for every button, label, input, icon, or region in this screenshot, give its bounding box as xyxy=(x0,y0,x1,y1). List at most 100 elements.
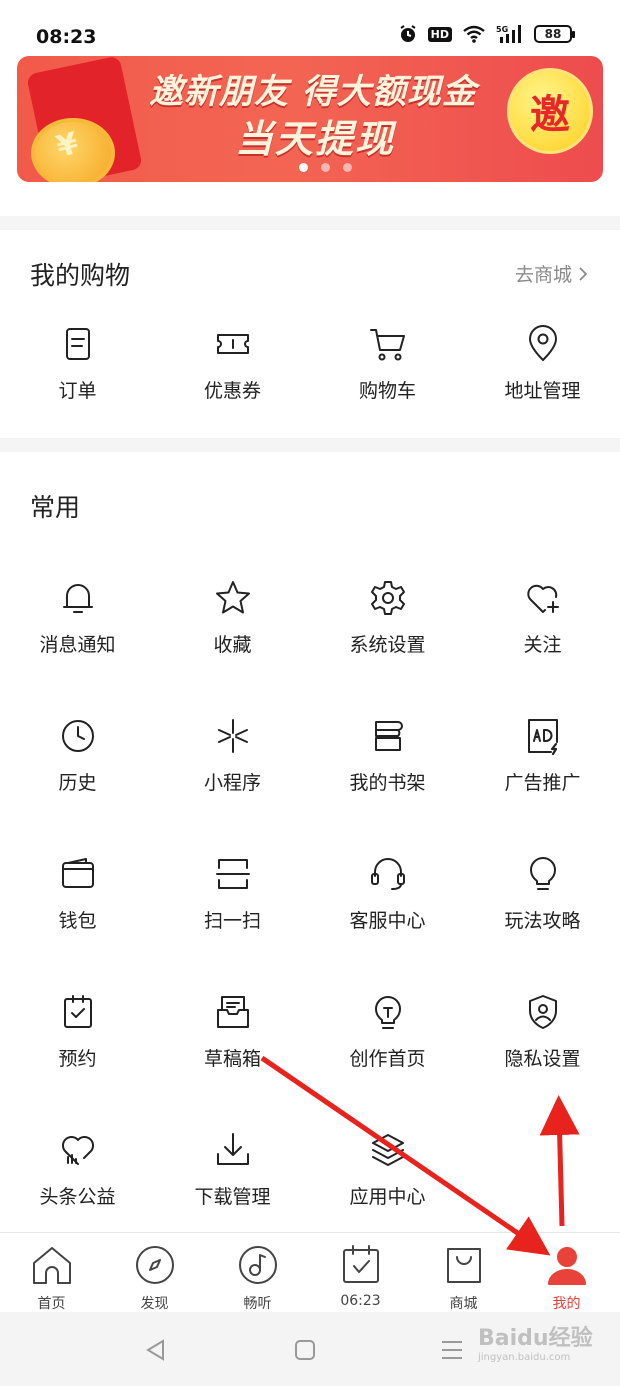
common-item-label: 系统设置 xyxy=(349,634,426,656)
common-item-customer-service[interactable]: 客服中心 xyxy=(310,832,465,952)
goto-shop-link[interactable]: 去商城 xyxy=(515,260,590,287)
common-item-label: 关注 xyxy=(523,634,562,656)
common-item-label: 下载管理 xyxy=(194,1186,271,1208)
invite-button[interactable]: 邀 xyxy=(507,68,593,154)
common-item-label: 收藏 xyxy=(213,634,252,656)
baidu-watermark: Baidu经验 xyxy=(478,1326,593,1351)
location-icon xyxy=(523,324,563,364)
common-item-reserve[interactable]: 预约 xyxy=(0,970,155,1090)
common-item-wallet[interactable]: 钱包 xyxy=(0,832,155,952)
common-item-guide[interactable]: 玩法攻略 xyxy=(465,832,620,952)
shop-item-label: 地址管理 xyxy=(504,380,581,402)
bulb-icon xyxy=(523,854,563,894)
draft-icon xyxy=(213,992,253,1032)
hd-badge: HD xyxy=(427,26,452,42)
ad-icon xyxy=(523,716,563,756)
banner-section: ¥ 邀新朋友 得大额现金 当天提现 邀 xyxy=(0,56,620,216)
star-icon xyxy=(213,578,253,618)
common-item-charity[interactable]: 头条公益 xyxy=(0,1108,155,1228)
tab-mine[interactable]: 我的 xyxy=(515,1243,618,1312)
common-item-favorites[interactable]: 收藏 xyxy=(155,556,310,676)
common-item-bookshelf[interactable]: 我的书架 xyxy=(310,694,465,814)
home-button[interactable] xyxy=(285,1330,325,1370)
shop-item-coupon[interactable]: 优惠券 xyxy=(155,302,310,422)
clock-icon xyxy=(58,716,98,756)
shop-item-order[interactable]: 订单 xyxy=(0,302,155,422)
back-button[interactable] xyxy=(136,1330,176,1370)
svg-text:5G: 5G xyxy=(496,25,508,34)
bottom-tab-bar: 首页 发现 畅听 06:23 商城 我的 xyxy=(0,1232,620,1312)
layers-icon xyxy=(368,1130,408,1170)
status-bar: 08:23 HD 5G 88 xyxy=(0,0,620,56)
scan-icon xyxy=(213,854,253,894)
shopping-title: 我的购物 xyxy=(30,261,131,290)
common-card: 常用 消息通知 收藏 系统设置 关注 历史 小程序 我的书架 广告推广 钱包 扫… xyxy=(0,452,620,1232)
order-icon xyxy=(58,324,98,364)
common-item-label: 扫一扫 xyxy=(203,910,261,932)
charity-icon xyxy=(58,1130,98,1170)
pagination-dot[interactable] xyxy=(321,163,330,172)
back-triangle-icon xyxy=(146,1339,164,1361)
pagination-dot[interactable] xyxy=(343,163,352,172)
privacy-shield-icon xyxy=(523,992,563,1032)
tab-listen[interactable]: 畅听 xyxy=(206,1243,309,1312)
common-item-label: 小程序 xyxy=(203,772,261,794)
tab-label: 畅听 xyxy=(243,1296,272,1312)
shop-item-label: 订单 xyxy=(58,380,97,402)
create-icon xyxy=(368,992,408,1032)
cart-icon xyxy=(368,324,408,364)
common-item-scan[interactable]: 扫一扫 xyxy=(155,832,310,952)
tab-label: 首页 xyxy=(37,1296,66,1312)
common-item-history[interactable]: 历史 xyxy=(0,694,155,814)
tab-label: 我的 xyxy=(552,1296,581,1312)
goto-shop-label: 去商城 xyxy=(514,264,572,286)
wifi-icon xyxy=(463,25,485,43)
banner-headline: 邀新朋友 得大额现金 xyxy=(149,72,477,112)
tab-home[interactable]: 首页 xyxy=(0,1243,103,1312)
baidu-watermark-url: jingyan.baidu.com xyxy=(478,1352,571,1363)
signal-5g-icon: 5G xyxy=(496,25,521,43)
common-item-settings[interactable]: 系统设置 xyxy=(310,556,465,676)
alarm-icon xyxy=(400,25,416,42)
status-time: 08:23 xyxy=(36,26,97,48)
battery-icon: 88 xyxy=(534,25,575,43)
banner-pagination xyxy=(299,163,352,172)
common-item-label: 我的书架 xyxy=(349,772,426,794)
common-title: 常用 xyxy=(30,493,81,522)
status-icons: HD 5G 88 xyxy=(398,24,575,44)
common-item-privacy[interactable]: 隐私设置 xyxy=(465,970,620,1090)
recents-button[interactable] xyxy=(432,1330,472,1370)
pagination-dot-active[interactable] xyxy=(299,163,308,172)
tab-mall[interactable]: 商城 xyxy=(412,1243,515,1312)
invite-label: 邀 xyxy=(530,92,570,138)
tab-discover[interactable]: 发现 xyxy=(103,1243,206,1312)
home-square-icon xyxy=(295,1340,315,1360)
common-item-creator-home[interactable]: 创作首页 xyxy=(310,970,465,1090)
shop-item-label: 购物车 xyxy=(358,380,416,402)
common-item-follow[interactable]: 关注 xyxy=(465,556,620,676)
menu-lines-icon xyxy=(442,1341,462,1359)
shop-item-cart[interactable]: 购物车 xyxy=(310,302,465,422)
bell-icon xyxy=(58,578,98,618)
common-item-ads[interactable]: 广告推广 xyxy=(465,694,620,814)
common-item-mini-program[interactable]: 小程序 xyxy=(155,694,310,814)
tab-label: 发现 xyxy=(140,1296,169,1312)
common-item-app-center[interactable]: 应用中心 xyxy=(310,1108,465,1228)
common-item-drafts[interactable]: 草稿箱 xyxy=(155,970,310,1090)
common-item-label: 玩法攻略 xyxy=(504,910,581,932)
gear-icon xyxy=(368,578,408,618)
banner-subline: 当天提现 xyxy=(235,117,396,161)
tab-calendar[interactable]: 06:23 xyxy=(309,1243,412,1309)
invite-banner[interactable]: ¥ 邀新朋友 得大额现金 当天提现 邀 xyxy=(17,56,603,182)
shop-item-address[interactable]: 地址管理 xyxy=(465,302,620,422)
common-item-label: 历史 xyxy=(58,772,97,794)
common-item-label: 隐私设置 xyxy=(504,1048,581,1070)
common-item-notifications[interactable]: 消息通知 xyxy=(0,556,155,676)
headset-icon xyxy=(368,854,408,894)
coupon-icon xyxy=(213,324,253,364)
common-item-label: 应用中心 xyxy=(349,1186,426,1208)
common-item-downloads[interactable]: 下载管理 xyxy=(155,1108,310,1228)
chevron-right-icon xyxy=(579,266,588,281)
common-item-label: 预约 xyxy=(58,1048,97,1070)
tab-label: 商城 xyxy=(449,1296,478,1312)
